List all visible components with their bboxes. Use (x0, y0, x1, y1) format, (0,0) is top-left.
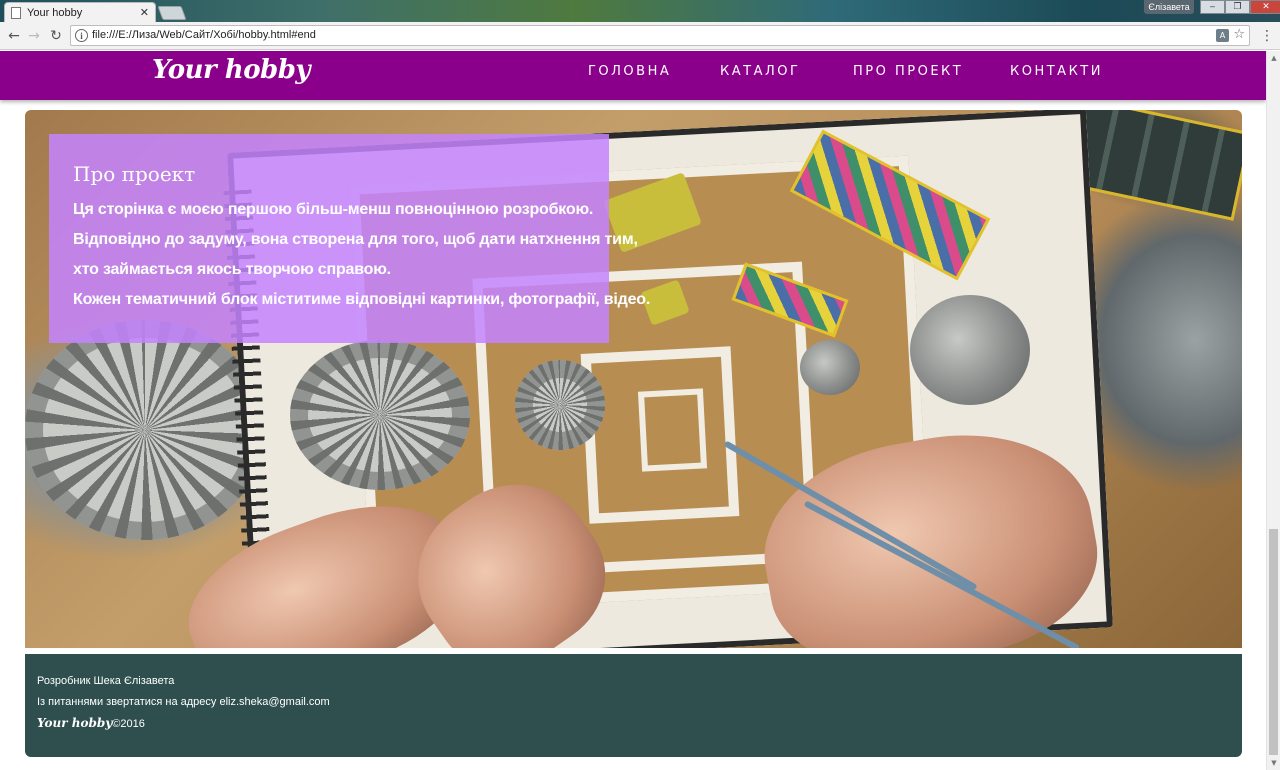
nav-home[interactable]: ГОЛОВНА (588, 64, 671, 79)
about-line: Відповідно до задуму, вона створена для … (73, 231, 638, 248)
bookmark-star-icon[interactable]: ☆ (1233, 27, 1245, 42)
document-icon (11, 6, 21, 19)
scroll-up-icon[interactable]: ▲ (1267, 51, 1280, 65)
page-viewport: Your hobby ГОЛОВНА КАТАЛОГ ПРО ПРОЕКТ КО… (0, 51, 1266, 770)
footer-copyright: ©2016 (112, 718, 145, 730)
paint-tin-illustration (800, 340, 860, 395)
minimize-button[interactable]: ‒ (1200, 0, 1225, 14)
profile-button[interactable]: Єлізавета (1144, 0, 1194, 14)
address-bar[interactable]: i file:///E:/Лиза/Web/Сайт/Хобі/hobby.ht… (70, 25, 1250, 46)
hero-image: Про проект Ця сторінка є моєю першою біл… (25, 110, 1242, 648)
scroll-down-icon[interactable]: ▼ (1267, 756, 1280, 770)
window-controls: ‒ ❐ ✕ (1200, 0, 1280, 14)
back-arrow-icon[interactable]: ← (4, 26, 24, 46)
vertical-scrollbar[interactable]: ▲ ▼ (1266, 51, 1280, 770)
about-title: Про проект (73, 162, 196, 186)
browser-toolbar: ← → ↻ i file:///E:/Лиза/Web/Сайт/Хобі/ho… (0, 22, 1280, 50)
close-tab-icon[interactable]: ✕ (140, 6, 149, 19)
new-tab-button[interactable] (157, 6, 187, 20)
browser-title-bar: Your hobby ✕ Єлізавета ‒ ❐ ✕ (0, 0, 1280, 22)
site-logo[interactable]: Your hobby (152, 55, 311, 85)
browser-menu-icon[interactable]: ⋮ (1260, 26, 1274, 46)
palette-wheel-illustration (25, 320, 265, 540)
nav-contacts[interactable]: КОНТАКТИ (1010, 64, 1103, 79)
palette-wheel-illustration (290, 340, 470, 490)
tab-title: Your hobby (27, 6, 83, 19)
nav-catalog[interactable]: КАТАЛОГ (720, 64, 800, 79)
footer-copyright-line: Your hobby©2016 (37, 713, 1242, 735)
forward-arrow-icon[interactable]: → (24, 26, 44, 46)
site-header: Your hobby ГОЛОВНА КАТАЛОГ ПРО ПРОЕКТ КО… (0, 51, 1266, 100)
translate-icon[interactable]: A (1216, 29, 1229, 42)
palette-wheel-illustration (515, 360, 605, 450)
paint-tin-illustration (910, 295, 1030, 405)
site-footer: Розробник Шека Єлізавета Із питаннями зв… (25, 654, 1242, 757)
about-line: Ця сторінка є моєю першою більш-менш пов… (73, 201, 594, 218)
footer-developer: Розробник Шека Єлізавета (37, 675, 175, 687)
nav-about[interactable]: ПРО ПРОЕКТ (853, 64, 963, 79)
close-window-button[interactable]: ✕ (1250, 0, 1280, 14)
reload-icon[interactable]: ↻ (46, 26, 66, 46)
footer-contact: Із питаннями звертатися на адресу eliz.s… (37, 696, 330, 708)
scrollbar-thumb[interactable] (1269, 529, 1278, 755)
footer-logo: Your hobby (37, 716, 113, 730)
about-project-box: Про проект Ця сторінка є моєю першою біл… (49, 134, 651, 343)
browser-tab[interactable]: Your hobby ✕ (4, 2, 156, 22)
maximize-button[interactable]: ❐ (1225, 0, 1250, 14)
url-text: file:///E:/Лиза/Web/Сайт/Хобі/hobby.html… (92, 29, 316, 41)
info-icon[interactable]: i (75, 29, 88, 42)
about-line: Кожен тематичний блок міститиме відповід… (73, 291, 651, 308)
about-line: хто займається якось творчою справою. (73, 261, 391, 278)
painted-frame-illustration (637, 388, 708, 472)
